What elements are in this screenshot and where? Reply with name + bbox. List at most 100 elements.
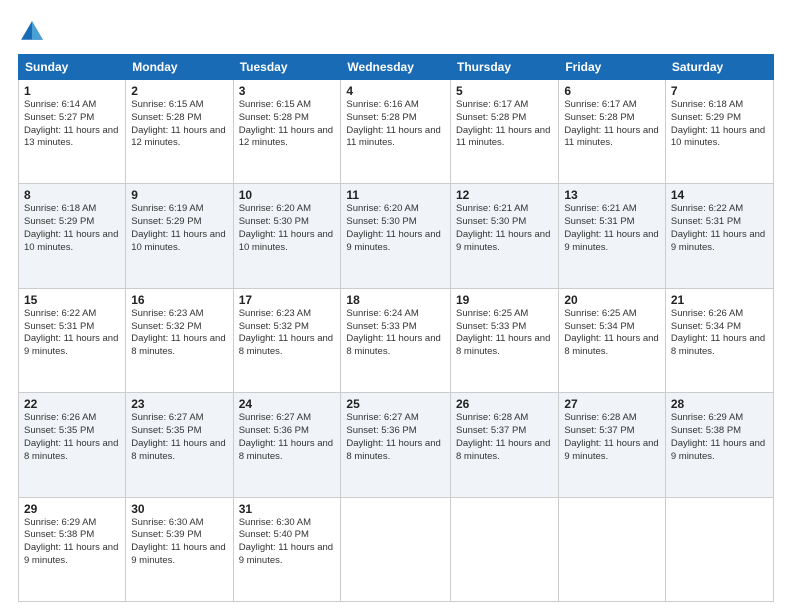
day-info: Sunrise: 6:27 AMSunset: 5:36 PMDaylight:… [239,412,336,463]
calendar-cell: 30Sunrise: 6:30 AMSunset: 5:39 PMDayligh… [126,497,233,601]
day-number: 6 [564,84,660,98]
day-info: Sunrise: 6:25 AMSunset: 5:34 PMDaylight:… [564,308,660,359]
day-number: 20 [564,293,660,307]
calendar-cell: 6Sunrise: 6:17 AMSunset: 5:28 PMDaylight… [559,80,666,184]
calendar-cell [665,497,773,601]
day-number: 11 [346,188,445,202]
day-number: 14 [671,188,768,202]
calendar-cell: 11Sunrise: 6:20 AMSunset: 5:30 PMDayligh… [341,184,451,288]
day-info: Sunrise: 6:26 AMSunset: 5:35 PMDaylight:… [24,412,120,463]
day-info: Sunrise: 6:30 AMSunset: 5:39 PMDaylight:… [131,517,227,568]
day-info: Sunrise: 6:29 AMSunset: 5:38 PMDaylight:… [24,517,120,568]
calendar-cell: 7Sunrise: 6:18 AMSunset: 5:29 PMDaylight… [665,80,773,184]
header [18,18,774,46]
calendar-cell: 29Sunrise: 6:29 AMSunset: 5:38 PMDayligh… [19,497,126,601]
day-info: Sunrise: 6:17 AMSunset: 5:28 PMDaylight:… [564,99,660,150]
day-info: Sunrise: 6:17 AMSunset: 5:28 PMDaylight:… [456,99,553,150]
day-number: 19 [456,293,553,307]
calendar-cell: 20Sunrise: 6:25 AMSunset: 5:34 PMDayligh… [559,288,666,392]
day-number: 27 [564,397,660,411]
weekday-header-row: SundayMondayTuesdayWednesdayThursdayFrid… [19,55,774,80]
day-number: 12 [456,188,553,202]
calendar-cell [341,497,451,601]
day-number: 10 [239,188,336,202]
week-row-3: 15Sunrise: 6:22 AMSunset: 5:31 PMDayligh… [19,288,774,392]
day-number: 3 [239,84,336,98]
day-number: 7 [671,84,768,98]
day-number: 13 [564,188,660,202]
weekday-header-sunday: Sunday [19,55,126,80]
day-number: 9 [131,188,227,202]
calendar-cell: 17Sunrise: 6:23 AMSunset: 5:32 PMDayligh… [233,288,341,392]
calendar-cell: 1Sunrise: 6:14 AMSunset: 5:27 PMDaylight… [19,80,126,184]
day-number: 29 [24,502,120,516]
day-info: Sunrise: 6:22 AMSunset: 5:31 PMDaylight:… [671,203,768,254]
calendar-cell [451,497,559,601]
day-info: Sunrise: 6:22 AMSunset: 5:31 PMDaylight:… [24,308,120,359]
week-row-5: 29Sunrise: 6:29 AMSunset: 5:38 PMDayligh… [19,497,774,601]
day-info: Sunrise: 6:21 AMSunset: 5:30 PMDaylight:… [456,203,553,254]
day-number: 2 [131,84,227,98]
calendar-cell: 25Sunrise: 6:27 AMSunset: 5:36 PMDayligh… [341,393,451,497]
day-info: Sunrise: 6:14 AMSunset: 5:27 PMDaylight:… [24,99,120,150]
logo-icon [18,18,46,46]
day-number: 31 [239,502,336,516]
day-info: Sunrise: 6:18 AMSunset: 5:29 PMDaylight:… [671,99,768,150]
day-number: 15 [24,293,120,307]
day-info: Sunrise: 6:29 AMSunset: 5:38 PMDaylight:… [671,412,768,463]
day-info: Sunrise: 6:26 AMSunset: 5:34 PMDaylight:… [671,308,768,359]
calendar-cell: 26Sunrise: 6:28 AMSunset: 5:37 PMDayligh… [451,393,559,497]
day-info: Sunrise: 6:23 AMSunset: 5:32 PMDaylight:… [239,308,336,359]
calendar-cell: 27Sunrise: 6:28 AMSunset: 5:37 PMDayligh… [559,393,666,497]
day-number: 28 [671,397,768,411]
calendar-cell: 18Sunrise: 6:24 AMSunset: 5:33 PMDayligh… [341,288,451,392]
day-number: 8 [24,188,120,202]
day-number: 30 [131,502,227,516]
calendar-cell: 13Sunrise: 6:21 AMSunset: 5:31 PMDayligh… [559,184,666,288]
day-info: Sunrise: 6:15 AMSunset: 5:28 PMDaylight:… [131,99,227,150]
calendar-cell: 16Sunrise: 6:23 AMSunset: 5:32 PMDayligh… [126,288,233,392]
day-info: Sunrise: 6:15 AMSunset: 5:28 PMDaylight:… [239,99,336,150]
day-number: 4 [346,84,445,98]
day-number: 23 [131,397,227,411]
calendar-cell: 23Sunrise: 6:27 AMSunset: 5:35 PMDayligh… [126,393,233,497]
weekday-header-monday: Monday [126,55,233,80]
calendar-cell: 12Sunrise: 6:21 AMSunset: 5:30 PMDayligh… [451,184,559,288]
day-number: 24 [239,397,336,411]
logo [18,18,50,46]
day-number: 26 [456,397,553,411]
calendar-cell: 28Sunrise: 6:29 AMSunset: 5:38 PMDayligh… [665,393,773,497]
weekday-header-tuesday: Tuesday [233,55,341,80]
week-row-2: 8Sunrise: 6:18 AMSunset: 5:29 PMDaylight… [19,184,774,288]
day-info: Sunrise: 6:27 AMSunset: 5:35 PMDaylight:… [131,412,227,463]
day-number: 22 [24,397,120,411]
calendar-cell: 19Sunrise: 6:25 AMSunset: 5:33 PMDayligh… [451,288,559,392]
calendar-cell: 21Sunrise: 6:26 AMSunset: 5:34 PMDayligh… [665,288,773,392]
calendar-cell: 31Sunrise: 6:30 AMSunset: 5:40 PMDayligh… [233,497,341,601]
day-info: Sunrise: 6:21 AMSunset: 5:31 PMDaylight:… [564,203,660,254]
day-info: Sunrise: 6:24 AMSunset: 5:33 PMDaylight:… [346,308,445,359]
calendar-cell: 9Sunrise: 6:19 AMSunset: 5:29 PMDaylight… [126,184,233,288]
day-info: Sunrise: 6:30 AMSunset: 5:40 PMDaylight:… [239,517,336,568]
day-info: Sunrise: 6:20 AMSunset: 5:30 PMDaylight:… [239,203,336,254]
day-number: 1 [24,84,120,98]
week-row-4: 22Sunrise: 6:26 AMSunset: 5:35 PMDayligh… [19,393,774,497]
day-number: 17 [239,293,336,307]
day-number: 5 [456,84,553,98]
day-info: Sunrise: 6:19 AMSunset: 5:29 PMDaylight:… [131,203,227,254]
day-number: 16 [131,293,227,307]
weekday-header-friday: Friday [559,55,666,80]
calendar-table: SundayMondayTuesdayWednesdayThursdayFrid… [18,54,774,602]
day-info: Sunrise: 6:28 AMSunset: 5:37 PMDaylight:… [564,412,660,463]
week-row-1: 1Sunrise: 6:14 AMSunset: 5:27 PMDaylight… [19,80,774,184]
calendar-cell: 14Sunrise: 6:22 AMSunset: 5:31 PMDayligh… [665,184,773,288]
calendar-cell: 15Sunrise: 6:22 AMSunset: 5:31 PMDayligh… [19,288,126,392]
day-info: Sunrise: 6:27 AMSunset: 5:36 PMDaylight:… [346,412,445,463]
calendar-cell: 4Sunrise: 6:16 AMSunset: 5:28 PMDaylight… [341,80,451,184]
day-info: Sunrise: 6:28 AMSunset: 5:37 PMDaylight:… [456,412,553,463]
day-info: Sunrise: 6:16 AMSunset: 5:28 PMDaylight:… [346,99,445,150]
day-number: 25 [346,397,445,411]
calendar-cell: 22Sunrise: 6:26 AMSunset: 5:35 PMDayligh… [19,393,126,497]
day-info: Sunrise: 6:18 AMSunset: 5:29 PMDaylight:… [24,203,120,254]
day-info: Sunrise: 6:23 AMSunset: 5:32 PMDaylight:… [131,308,227,359]
